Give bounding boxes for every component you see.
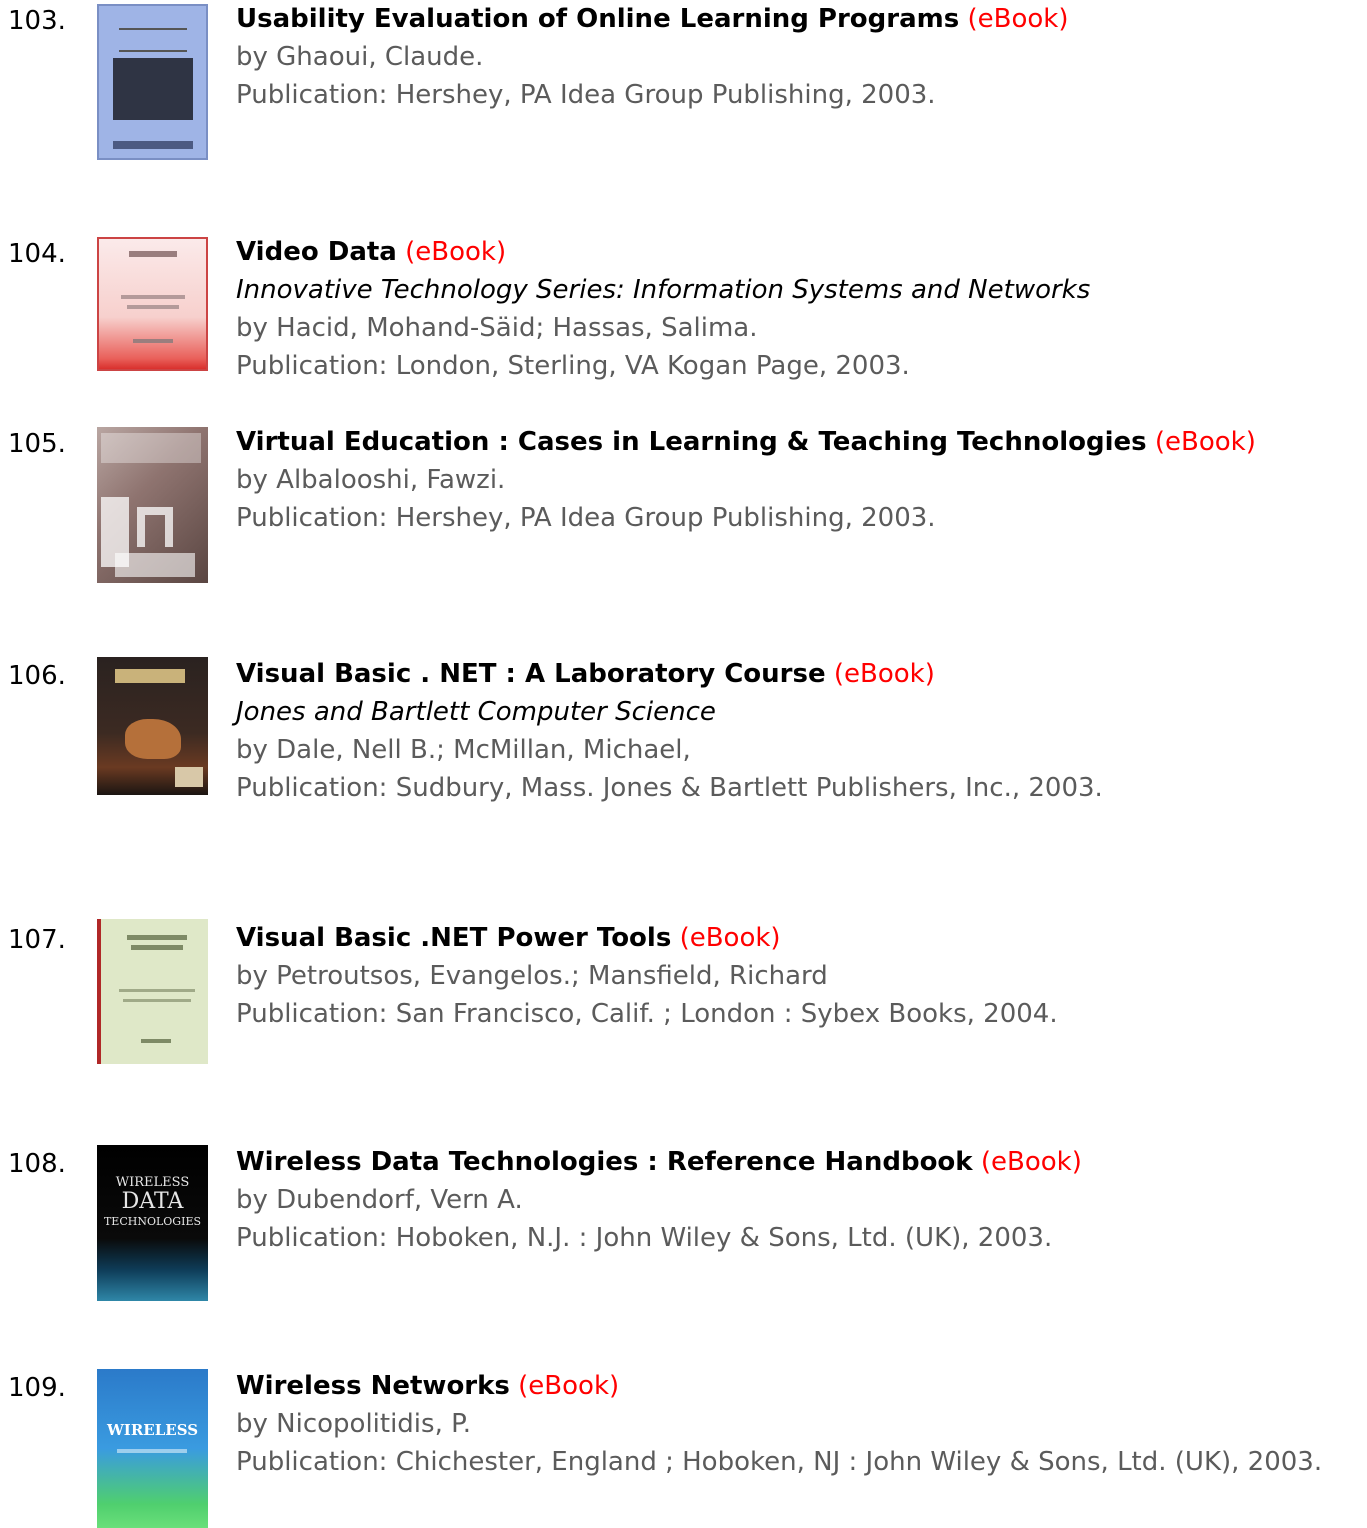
book-cover-image[interactable]: WIRELESS DATA TECHNOLOGIES (97, 1145, 208, 1301)
book-title-link[interactable]: Wireless Data Technologies : Reference H… (236, 1147, 973, 1177)
book-title-link[interactable]: Visual Basic .NET Power Tools (236, 923, 671, 953)
record-number: 103. (8, 6, 66, 36)
book-publication: Publication: Hershey, PA Idea Group Publ… (236, 80, 936, 110)
ebook-format-label[interactable]: (eBook) (1155, 427, 1256, 457)
record-number: 108. (8, 1149, 66, 1179)
ebook-format-label[interactable]: (eBook) (834, 659, 935, 689)
record-105: 105. Virtual Education : Cases in Learni… (0, 423, 1367, 593)
book-cover-image[interactable] (97, 919, 208, 1064)
record-number: 106. (8, 661, 66, 691)
book-title-link[interactable]: Wireless Networks (236, 1371, 510, 1401)
book-title-link[interactable]: Video Data (236, 237, 397, 267)
record-number: 109. (8, 1373, 66, 1403)
record-106: 106. Visual Basic . NET : A Laboratory C… (0, 655, 1367, 825)
record-109: 109. WIRELESS Wireless Networks (eBook) … (0, 1367, 1367, 1528)
cover-text-line: DATA (121, 1189, 184, 1214)
record-info: Visual Basic .NET Power Tools (eBook) by… (236, 919, 1363, 1033)
book-authors: by Hacid, Mohand-Säid; Hassas, Salima. (236, 313, 758, 343)
book-series: Jones and Bartlett Computer Science (236, 697, 716, 727)
book-title-link[interactable]: Usability Evaluation of Online Learning … (236, 4, 959, 34)
record-108: 108. WIRELESS DATA TECHNOLOGIES Wireless… (0, 1143, 1367, 1313)
book-cover-image[interactable] (97, 237, 208, 371)
book-title-link[interactable]: Virtual Education : Cases in Learning & … (236, 427, 1147, 457)
record-104: 104. Video Data (eBook) Innovative Techn… (0, 233, 1367, 403)
book-authors: by Ghaoui, Claude. (236, 42, 484, 72)
ebook-format-label[interactable]: (eBook) (405, 237, 506, 267)
book-series: Innovative Technology Series: Informatio… (236, 275, 1091, 305)
book-publication: Publication: San Francisco, Calif. ; Lon… (236, 999, 1058, 1029)
book-cover-image[interactable] (97, 657, 208, 795)
record-info: Wireless Networks (eBook) by Nicopolitid… (236, 1367, 1363, 1481)
book-authors: by Dale, Nell B.; McMillan, Michael, (236, 735, 691, 765)
book-title-link[interactable]: Visual Basic . NET : A Laboratory Course (236, 659, 826, 689)
record-number: 105. (8, 429, 66, 459)
cover-text-line: WIRELESS (115, 1175, 190, 1190)
record-info: Video Data (eBook) Innovative Technology… (236, 233, 1363, 385)
book-publication: Publication: Hershey, PA Idea Group Publ… (236, 503, 936, 533)
record-number: 104. (8, 239, 66, 269)
book-authors: by Nicopolitidis, P. (236, 1409, 472, 1439)
book-publication: Publication: Chichester, England ; Hobok… (236, 1447, 1323, 1477)
record-info: Virtual Education : Cases in Learning & … (236, 423, 1363, 537)
book-authors: by Petroutsos, Evangelos.; Mansfield, Ri… (236, 961, 828, 991)
cover-text-line: TECHNOLOGIES (103, 1215, 202, 1228)
ebook-format-label[interactable]: (eBook) (518, 1371, 619, 1401)
record-info: Visual Basic . NET : A Laboratory Course… (236, 655, 1363, 807)
book-publication: Publication: Hoboken, N.J. : John Wiley … (236, 1223, 1053, 1253)
book-publication: Publication: London, Sterling, VA Kogan … (236, 351, 910, 381)
book-cover-image[interactable]: WIRELESS (97, 1369, 208, 1528)
ebook-format-label[interactable]: (eBook) (680, 923, 781, 953)
book-cover-image[interactable] (97, 4, 208, 160)
book-cover-image[interactable] (97, 427, 208, 583)
record-107: 107. Visual Basic .NET Power Tools (eBoo… (0, 919, 1367, 1089)
record-number: 107. (8, 925, 66, 955)
book-authors: by Dubendorf, Vern A. (236, 1185, 523, 1215)
record-103: 103. Usability Evaluation of Online Lear… (0, 0, 1367, 170)
record-info: Usability Evaluation of Online Learning … (236, 0, 1363, 114)
ebook-format-label[interactable]: (eBook) (967, 4, 1068, 34)
ebook-format-label[interactable]: (eBook) (981, 1147, 1082, 1177)
book-authors: by Albalooshi, Fawzi. (236, 465, 506, 495)
record-info: Wireless Data Technologies : Reference H… (236, 1143, 1363, 1257)
cover-text-line: WIRELESS (106, 1421, 199, 1439)
book-publication: Publication: Sudbury, Mass. Jones & Bart… (236, 773, 1103, 803)
